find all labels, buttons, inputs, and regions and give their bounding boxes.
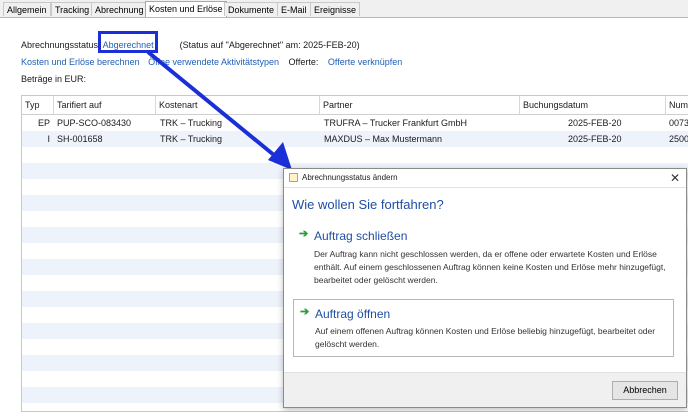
option-description: Der Auftrag kann nicht geschlossen werde… bbox=[314, 249, 666, 285]
option-description: Auf einem offenen Auftrag können Kosten … bbox=[315, 326, 656, 349]
arrow-right-icon: ➔ bbox=[300, 306, 310, 318]
app-icon bbox=[289, 173, 298, 182]
dialog-title-bar: Abrechnungsstatus ändern ✕ bbox=[284, 169, 686, 188]
close-order-option[interactable]: ➔ Auftrag schließen Der Auftrag kann nic… bbox=[293, 223, 674, 293]
change-billing-status-dialog: Abrechnungsstatus ändern ✕ Wie wollen Si… bbox=[283, 168, 687, 408]
open-order-option[interactable]: ➔ Auftrag öffnen Auf einem offenen Auftr… bbox=[293, 299, 674, 357]
option-title: Auftrag schließen bbox=[314, 229, 408, 243]
cancel-button[interactable]: Abbrechen bbox=[612, 381, 678, 400]
dialog-heading: Wie wollen Sie fortfahren? bbox=[292, 197, 444, 212]
dialog-footer: Abbrechen bbox=[284, 372, 686, 407]
option-title: Auftrag öffnen bbox=[315, 307, 391, 321]
dialog-title: Abrechnungsstatus ändern bbox=[302, 173, 398, 182]
arrow-right-icon: ➔ bbox=[299, 228, 309, 240]
close-icon[interactable]: ✕ bbox=[670, 169, 680, 187]
